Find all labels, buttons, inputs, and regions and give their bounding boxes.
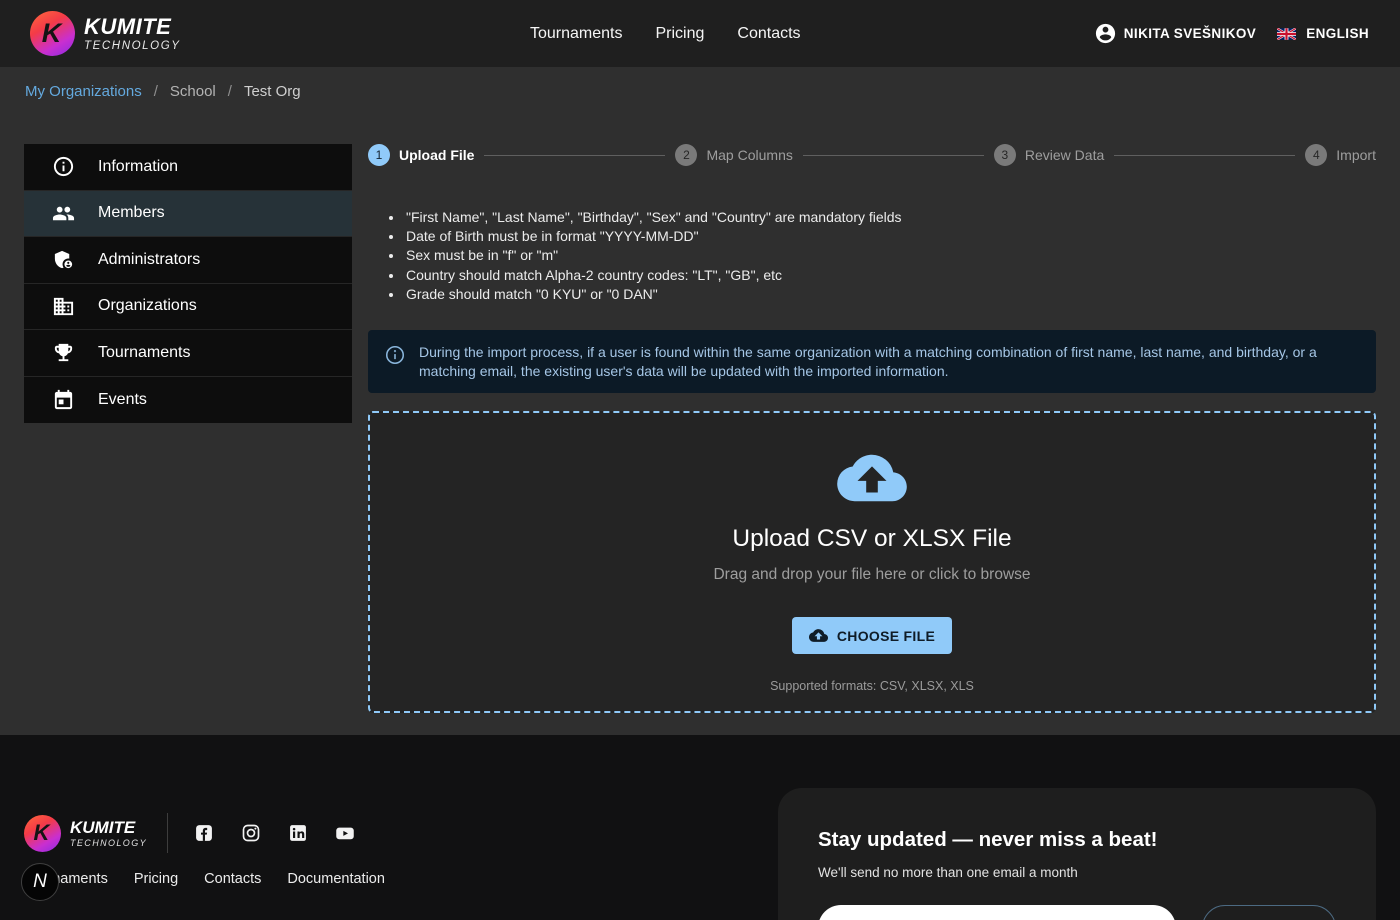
footer-divider: [167, 813, 168, 853]
step-label: Map Columns: [706, 147, 792, 163]
sidebar-item-label: Administrators: [98, 251, 200, 269]
youtube-icon[interactable]: [335, 823, 355, 843]
breadcrumb-separator: /: [154, 83, 158, 100]
supported-formats: Supported formats: CSV, XLSX, XLS: [770, 679, 974, 693]
building-icon: [52, 295, 75, 318]
import-wizard: 1 Upload File 2 Map Columns 3 Review Dat…: [368, 143, 1376, 713]
footer-link-contacts[interactable]: Contacts: [204, 871, 261, 887]
dropzone-title: Upload CSV or XLSX File: [732, 525, 1011, 553]
import-info-alert: During the import process, if a user is …: [368, 330, 1376, 393]
sidebar-item-label: Tournaments: [98, 344, 191, 362]
email-input[interactable]: [818, 905, 1176, 920]
top-navbar: K KUMITE TECHNOLOGY Tournaments Pricing …: [0, 0, 1400, 67]
org-sidebar: Information Members Administrators Organ…: [24, 144, 352, 423]
rule-item: Grade should match "0 KYU" or "0 DAN": [404, 285, 1376, 304]
import-stepper: 1 Upload File 2 Map Columns 3 Review Dat…: [368, 143, 1376, 167]
subscribe-button[interactable]: SUBSCRIBE: [1202, 905, 1336, 920]
footer-brand-row: K KUMITE TECHNOLOGY: [24, 813, 355, 853]
nextjs-dev-button[interactable]: N: [21, 863, 59, 901]
step-map-columns: 2 Map Columns: [675, 144, 792, 166]
step-upload-file: 1 Upload File: [368, 144, 474, 166]
nav-tournaments[interactable]: Tournaments: [530, 25, 623, 43]
step-import: 4 Import: [1305, 144, 1376, 166]
breadcrumb: My Organizations / School / Test Org: [25, 83, 301, 100]
footer-link-documentation[interactable]: Documentation: [287, 871, 385, 887]
footer: K KUMITE TECHNOLOGY: [0, 735, 1400, 920]
page: K KUMITE TECHNOLOGY Tournaments Pricing …: [0, 0, 1400, 920]
footer-links: Tournaments Pricing Contacts Documentati…: [24, 871, 385, 887]
language-selector[interactable]: ENGLISH: [1306, 26, 1369, 41]
members-icon: [52, 202, 75, 225]
rule-item: Date of Birth must be in format "YYYY-MM…: [404, 227, 1376, 246]
rule-item: "First Name", "Last Name", "Birthday", "…: [404, 208, 1376, 227]
step-label: Review Data: [1025, 147, 1104, 163]
kumite-footer-logo-icon[interactable]: K: [24, 815, 61, 852]
rule-item: Sex must be in "f" or "m": [404, 246, 1376, 265]
brand-subtitle: TECHNOLOGY: [84, 40, 181, 52]
sidebar-item-label: Events: [98, 391, 147, 409]
step-number: 4: [1305, 144, 1327, 166]
import-rules-list: "First Name", "Last Name", "Birthday", "…: [368, 208, 1376, 304]
linkedin-icon[interactable]: [288, 823, 308, 843]
sidebar-item-label: Information: [98, 158, 178, 176]
newsletter-card: Stay updated — never miss a beat! We'll …: [778, 788, 1376, 920]
dropzone-subtitle: Drag and drop your file here or click to…: [713, 566, 1030, 584]
newsletter-form: SUBSCRIBE: [818, 905, 1336, 920]
brand-logo[interactable]: K KUMITE TECHNOLOGY: [0, 11, 181, 56]
cloud-upload-icon: [834, 449, 910, 507]
account-circle-icon[interactable]: [1094, 22, 1117, 45]
breadcrumb-school[interactable]: School: [170, 83, 216, 100]
sidebar-item-label: Members: [98, 204, 165, 222]
sidebar-item-organizations[interactable]: Organizations: [24, 284, 352, 331]
step-number: 2: [675, 144, 697, 166]
sidebar-item-information[interactable]: Information: [24, 144, 352, 191]
rule-item: Country should match Alpha-2 country cod…: [404, 266, 1376, 285]
navbar-right: NIKITA SVEŠNIKOV ENGLISH: [1094, 22, 1400, 45]
calendar-icon: [52, 388, 75, 411]
sidebar-item-label: Organizations: [98, 297, 197, 315]
sidebar-item-members[interactable]: Members: [24, 191, 352, 238]
kumite-logo-icon: K: [30, 11, 75, 56]
step-label: Upload File: [399, 147, 474, 163]
social-links: [194, 823, 355, 843]
step-review-data: 3 Review Data: [994, 144, 1104, 166]
user-menu[interactable]: NIKITA SVEŠNIKOV: [1124, 26, 1256, 41]
choose-file-label: CHOOSE FILE: [837, 628, 935, 644]
uk-flag-icon[interactable]: [1277, 28, 1296, 40]
nav-contacts[interactable]: Contacts: [737, 25, 800, 43]
sidebar-item-administrators[interactable]: Administrators: [24, 237, 352, 284]
main-nav: Tournaments Pricing Contacts: [530, 0, 801, 67]
cloud-upload-small-icon: [809, 626, 828, 645]
step-connector: [1114, 155, 1295, 156]
step-number: 1: [368, 144, 390, 166]
footer-link-pricing[interactable]: Pricing: [134, 871, 178, 887]
instagram-icon[interactable]: [241, 823, 261, 843]
info-outline-icon: [384, 344, 406, 366]
breadcrumb-my-organizations[interactable]: My Organizations: [25, 83, 142, 100]
footer-brand-name: KUMITE: [70, 819, 147, 836]
newsletter-subtitle: We'll send no more than one email a mont…: [818, 865, 1336, 880]
trophy-icon: [52, 341, 75, 364]
step-number: 3: [994, 144, 1016, 166]
choose-file-button[interactable]: CHOOSE FILE: [792, 617, 952, 654]
breadcrumb-separator: /: [228, 83, 232, 100]
nav-pricing[interactable]: Pricing: [656, 25, 705, 43]
admin-shield-icon: [52, 248, 75, 271]
sidebar-item-events[interactable]: Events: [24, 377, 352, 424]
step-connector: [484, 155, 665, 156]
facebook-icon[interactable]: [194, 823, 214, 843]
info-icon: [52, 155, 75, 178]
step-connector: [803, 155, 984, 156]
sidebar-item-tournaments[interactable]: Tournaments: [24, 330, 352, 377]
footer-brand-subtitle: TECHNOLOGY: [70, 838, 147, 848]
step-label: Import: [1336, 147, 1376, 163]
file-dropzone[interactable]: Upload CSV or XLSX File Drag and drop yo…: [368, 411, 1376, 713]
breadcrumb-test-org: Test Org: [244, 83, 301, 100]
alert-text: During the import process, if a user is …: [419, 343, 1359, 380]
brand-name: KUMITE: [84, 16, 181, 38]
newsletter-title: Stay updated — never miss a beat!: [818, 828, 1336, 852]
